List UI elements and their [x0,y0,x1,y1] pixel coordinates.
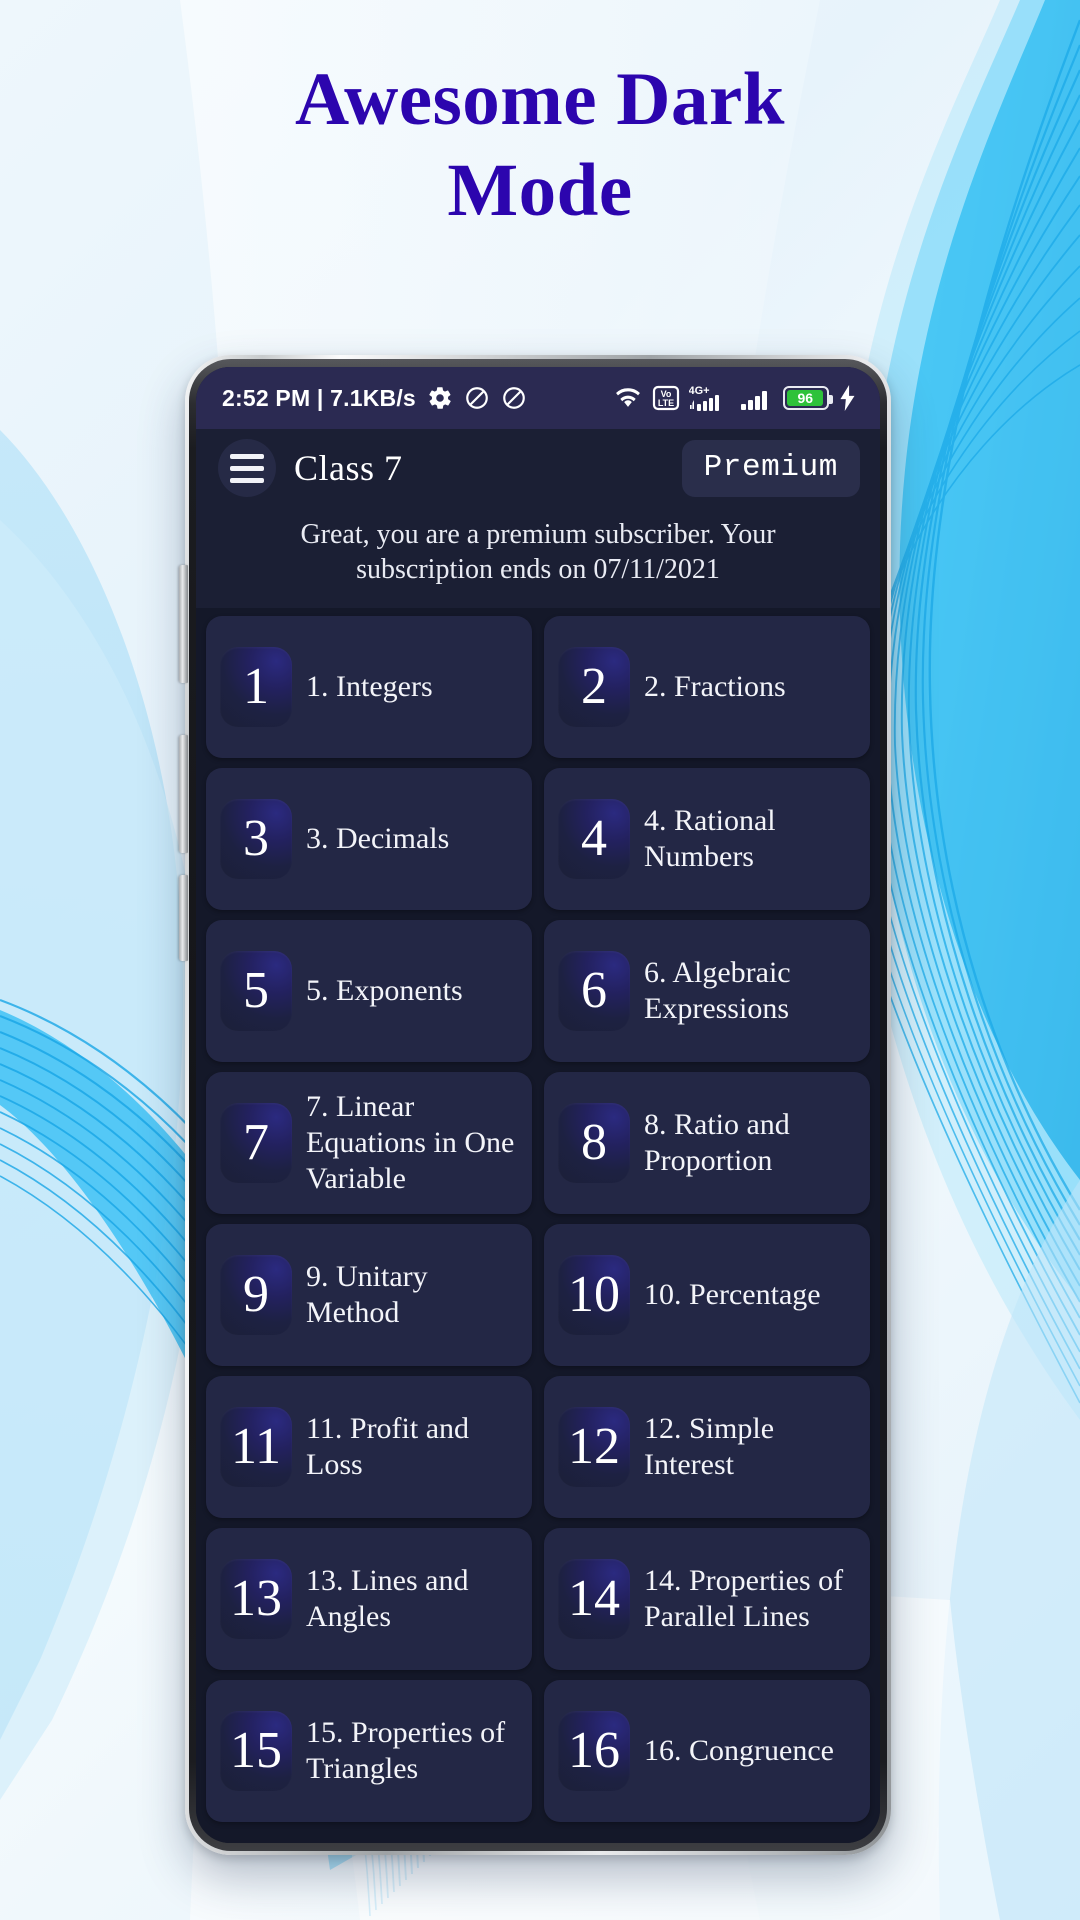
subscription-status-text: Great, you are a premium subscriber. You… [196,507,880,608]
chapter-card[interactable]: 4 4. Rational Numbers [544,767,870,910]
chapter-card[interactable]: 8 8. Ratio and Proportion [544,1071,870,1214]
volte-icon: Vo LTE [652,385,680,411]
app-bar: Class 7 Premium [196,429,880,507]
chapter-card[interactable]: 6 6. Algebraic Expressions [544,919,870,1062]
chapter-number-badge: 10 [558,1254,630,1335]
chapter-number-badge: 5 [220,950,292,1031]
chapter-title: 6. Algebraic Expressions [644,955,791,1025]
svg-text:LTE: LTE [658,398,674,408]
chapter-title: 4. Rational Numbers [644,803,776,873]
chapter-title: 3. Decimals [306,821,450,855]
chapter-grid: 1 1. Integers 2 2. Fractions 3 3. Decimals 4 4.… [206,615,870,1822]
chapter-card[interactable]: 13 13. Lines and Angles [206,1527,532,1670]
chapter-number-badge: 8 [558,1102,630,1183]
chapter-card[interactable]: 11 11. Profit and Loss [206,1375,532,1518]
chapter-title: 16. Congruence [644,1733,834,1767]
chapter-title: 5. Exponents [306,973,463,1007]
page-title-line2: Mode [447,149,633,232]
chapter-title: 9. Unitary Method [306,1259,428,1329]
battery-icon: 96 [783,386,833,410]
status-bar: 2:52 PM | 7.1KB/s Vo LTE 4G+ 96 [196,367,880,429]
chapter-card[interactable]: 16 16. Congruence [544,1679,870,1822]
charging-bolt-icon [838,385,858,411]
chapter-card[interactable]: 9 9. Unitary Method [206,1223,532,1366]
chapter-number-badge: 3 [220,798,292,879]
chapter-number-badge: 2 [558,646,630,727]
chapter-title: 11. Profit and Loss [306,1411,470,1481]
status-clock: 2:52 PM | 7.1KB/s [222,384,416,411]
app-bar-title: Class 7 [294,448,403,488]
signal-icon [740,385,774,411]
phone-screen: 2:52 PM | 7.1KB/s Vo LTE 4G+ 96 Class 7 … [196,367,880,1843]
chapter-title: 7. Linear Equations in One Variable [306,1089,515,1195]
chapter-number-badge: 12 [558,1406,630,1487]
gear-icon [427,385,453,411]
chapter-title: 10. Percentage [644,1277,821,1311]
battery-level-label: 96 [787,390,824,406]
chapter-title: 1. Integers [306,669,433,703]
chapter-card[interactable]: 2 2. Fractions [544,615,870,758]
chapter-card[interactable]: 10 10. Percentage [544,1223,870,1366]
chapter-title: 12. Simple Interest [644,1411,775,1481]
chapter-number-badge: 16 [558,1710,630,1791]
do-not-disturb-icon [501,385,527,411]
chapter-number-badge: 11 [220,1406,292,1487]
chapter-title: 2. Fractions [644,669,786,703]
chapter-number-badge: 15 [220,1710,292,1791]
chapter-title: 15. Properties of Triangles [306,1715,506,1785]
signal-4gplus-icon: 4G+ [689,383,731,413]
status-bar-right: Vo LTE 4G+ 96 [613,383,858,413]
chapter-title: 13. Lines and Angles [306,1563,469,1633]
chapter-number-badge: 4 [558,798,630,879]
premium-button[interactable]: Premium [681,439,860,497]
chapter-number-badge: 6 [558,950,630,1031]
volume-down-button[interactable] [179,735,188,853]
chapter-title: 8. Ratio and Proportion [644,1107,790,1177]
chapter-number-badge: 14 [558,1558,630,1639]
chapter-card[interactable]: 14 14. Properties of Parallel Lines [544,1527,870,1670]
svg-text:4G+: 4G+ [689,385,710,397]
page-title: Awesome Dark Mode [0,62,1080,228]
chapter-card[interactable]: 12 12. Simple Interest [544,1375,870,1518]
page-title-line1: Awesome Dark [295,58,785,141]
hamburger-menu-icon[interactable] [218,439,276,497]
chapter-card[interactable]: 5 5. Exponents [206,919,532,1062]
status-bar-left: 2:52 PM | 7.1KB/s [222,385,527,412]
chapter-number-badge: 13 [220,1558,292,1639]
chapter-title: 14. Properties of Parallel Lines [644,1563,844,1633]
chapter-number-badge: 7 [220,1102,292,1183]
volume-up-button[interactable] [179,565,188,683]
chapter-number-badge: 9 [220,1254,292,1335]
chapter-card[interactable]: 7 7. Linear Equations in One Variable [206,1071,532,1214]
chapter-card[interactable]: 15 15. Properties of Triangles [206,1679,532,1822]
wifi-icon [613,385,643,411]
chapter-card[interactable]: 3 3. Decimals [206,767,532,910]
do-not-disturb-icon [464,385,490,411]
power-button[interactable] [179,875,188,961]
chapter-number-badge: 1 [220,646,292,727]
phone-mockup: 2:52 PM | 7.1KB/s Vo LTE 4G+ 96 Class 7 … [179,355,891,1855]
chapter-card[interactable]: 1 1. Integers [206,615,532,758]
chapter-list-scroll[interactable]: 1 1. Integers 2 2. Fractions 3 3. Decimals 4 4.… [196,607,880,1843]
